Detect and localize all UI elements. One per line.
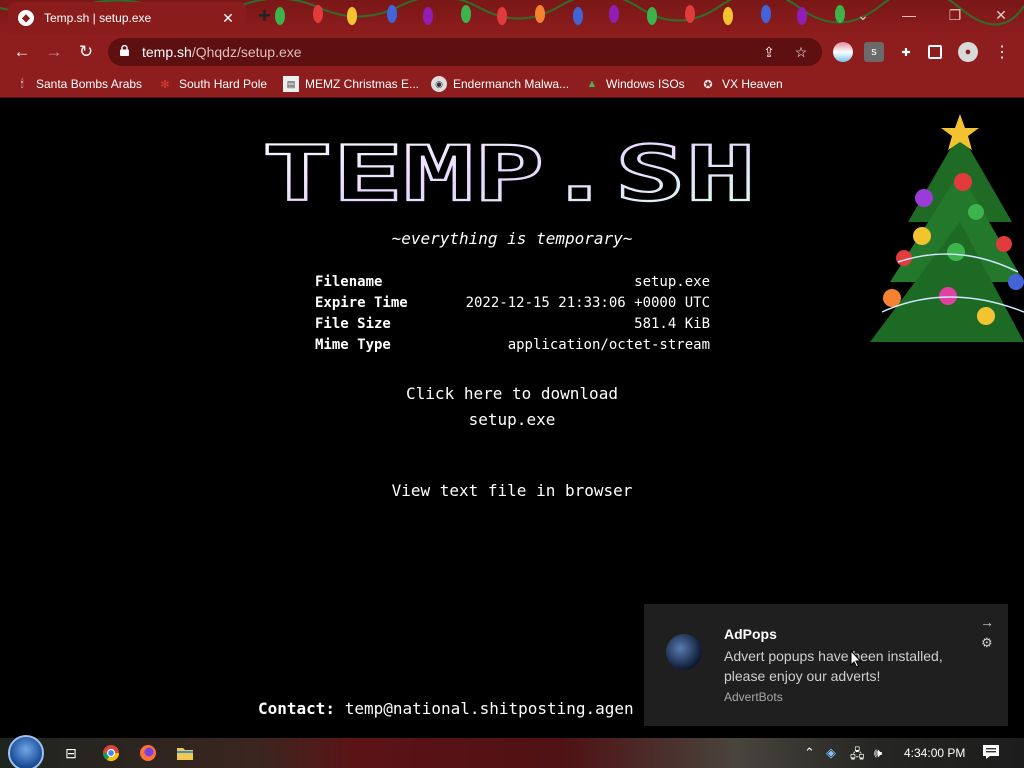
bookmark-memz-christmas[interactable]: ▤ MEMZ Christmas E... <box>283 75 419 93</box>
temp-sh-favicon-icon: ◆ <box>18 10 34 26</box>
taskbar-clock[interactable]: 4:34:00 PM <box>904 746 965 760</box>
taskbar: ⊟ ⌃ ◈ 🖧 🕪 4:34:00 PM <box>0 735 1024 768</box>
tab-strip: ◆ Temp.sh | setup.exe ✕ + ⌄ — ❐ ✕ <box>0 0 1024 34</box>
info-row-file-size: File Size 581.4 KiB <box>315 314 710 335</box>
folder-icon <box>177 748 193 760</box>
volume-icon[interactable]: 🕪 <box>874 745 882 761</box>
screen: ◆ Temp.sh | setup.exe ✕ + ⌄ — ❐ ✕ ← → ↻ … <box>0 0 1024 768</box>
info-row-mime-type: Mime Type application/octet-stream <box>315 335 710 356</box>
bookmark-label: South Hard Pole <box>179 77 268 91</box>
memz-icon: ▤ <box>283 76 299 92</box>
info-row-expire-time: Expire Time 2022-12-15 21:33:06 +0000 UT… <box>315 293 710 314</box>
address-bar[interactable]: temp.sh/Qhqdz/setup.exe ⇪ ☆ <box>108 38 822 66</box>
christmas-tree-decoration <box>870 114 1024 342</box>
temp-sh-logo: TEMP.SH <box>262 142 756 206</box>
reload-icon[interactable]: ↻ <box>74 40 98 64</box>
profile-avatar-icon[interactable]: ● <box>958 42 978 62</box>
santa-icon: 🕯 <box>20 77 24 90</box>
info-row-filename: Filename setup.exe <box>315 272 710 293</box>
extensions-puzzle-icon[interactable]: ✚ <box>896 42 916 62</box>
contact-email-link[interactable]: temp@national.shitposting.agen <box>345 699 634 718</box>
info-value: application/octet-stream <box>507 337 710 353</box>
task-view-icon[interactable]: ⊟ <box>60 743 82 763</box>
menu-kebab-icon[interactable]: ⋮ <box>992 42 1012 62</box>
vx-icon: ✪ <box>703 78 713 91</box>
extension-flag-icon[interactable] <box>833 42 853 62</box>
minimize-button[interactable]: — <box>886 0 932 30</box>
file-info-table: Filename setup.exe Expire Time 2022-12-1… <box>315 272 710 356</box>
bookmark-santa-bombs-arabs[interactable]: 🕯 Santa Bombs Arabs <box>14 75 142 93</box>
action-center-icon[interactable] <box>982 744 1000 760</box>
chrome-icon <box>102 745 120 762</box>
url-path: /Qhqdz/setup.exe <box>191 44 302 60</box>
info-label: Filename <box>315 274 383 290</box>
mouse-cursor-icon <box>850 650 862 668</box>
contact-label: Contact: <box>258 699 336 718</box>
raccoon-icon: ◉ <box>431 76 447 92</box>
restore-button[interactable]: ❐ <box>932 0 978 30</box>
bookmarks-bar: 🕯 Santa Bombs Arabs ✻ South Hard Pole ▤ … <box>0 70 1024 98</box>
view-in-browser-link[interactable]: View text file in browser <box>0 481 1024 500</box>
browser-toolbar: ← → ↻ temp.sh/Qhqdz/setup.exe ⇪ ☆ s ✚ ● … <box>0 34 1024 70</box>
info-label: File Size <box>315 316 391 332</box>
bookmark-label: Endermanch Malwa... <box>453 77 570 91</box>
url-host: temp.sh <box>142 44 192 60</box>
close-tab-icon[interactable]: ✕ <box>220 10 236 27</box>
lock-icon <box>120 45 129 56</box>
bookmark-star-icon[interactable]: ☆ <box>792 43 810 61</box>
bookmark-label: VX Heaven <box>722 77 783 91</box>
network-status-icon[interactable]: ◈ <box>826 745 836 761</box>
new-tab-button[interactable]: + <box>258 4 271 28</box>
gear-icon[interactable]: ⚙ <box>981 635 993 651</box>
share-icon[interactable]: ⇪ <box>760 43 778 61</box>
back-arrow-icon[interactable]: ← <box>10 40 34 64</box>
file-explorer-taskbar-icon[interactable] <box>174 743 196 763</box>
download-link[interactable]: Click here to download <box>0 384 1024 403</box>
notification-title: AdPops <box>724 626 777 642</box>
bookmark-windows-isos[interactable]: ▲ Windows ISOs <box>584 75 685 93</box>
wired-network-icon[interactable]: 🖧 <box>850 745 865 767</box>
notification-toast[interactable]: AdPops Advert popups have been installed… <box>644 604 1008 726</box>
contact-line: Contact: temp@national.shitposting.agen <box>258 699 634 718</box>
info-value: 2022-12-15 21:33:06 +0000 UTC <box>465 295 710 311</box>
adpops-app-icon <box>666 634 702 670</box>
download-filename-link[interactable]: setup.exe <box>0 410 1024 429</box>
chrome-taskbar-icon[interactable] <box>100 743 122 763</box>
bookmark-label: Windows ISOs <box>606 77 685 91</box>
info-label: Mime Type <box>315 337 391 353</box>
info-value: 581.4 KiB <box>634 316 710 332</box>
dismiss-arrow-icon[interactable]: → <box>980 614 994 630</box>
active-tab[interactable]: ◆ Temp.sh | setup.exe ✕ <box>8 2 246 34</box>
bookmark-endermanch-malware[interactable]: ◉ Endermanch Malwa... <box>431 75 569 93</box>
info-value: setup.exe <box>634 274 710 290</box>
forward-arrow-icon[interactable]: → <box>42 40 66 64</box>
tree-icon: ▲ <box>586 78 598 90</box>
bookmark-label: MEMZ Christmas E... <box>305 77 420 91</box>
bookmark-south-hard-pole[interactable]: ✻ South Hard Pole <box>157 75 267 93</box>
start-button[interactable] <box>8 735 44 768</box>
url-text[interactable]: temp.sh/Qhqdz/setup.exe <box>142 44 302 60</box>
logo-text: TEMP.SH <box>262 142 756 206</box>
tab-title: Temp.sh | setup.exe <box>44 11 152 25</box>
extension-s-icon[interactable]: s <box>864 42 884 62</box>
bookmark-label: Santa Bombs Arabs <box>36 77 143 91</box>
side-panel-icon[interactable] <box>928 45 942 59</box>
bookmark-vx-heaven[interactable]: ✪ VX Heaven <box>700 75 783 93</box>
firefox-taskbar-icon[interactable] <box>137 743 159 763</box>
snowflake-icon: ✻ <box>160 78 170 91</box>
info-label: Expire Time <box>315 295 408 311</box>
close-window-button[interactable]: ✕ <box>978 0 1024 30</box>
tab-search-chevron-icon[interactable]: ⌄ <box>840 0 886 30</box>
show-hidden-icons-chevron-icon[interactable]: ⌃ <box>804 745 815 761</box>
firefox-icon <box>140 745 156 761</box>
notification-source: AdvertBots <box>724 690 783 704</box>
